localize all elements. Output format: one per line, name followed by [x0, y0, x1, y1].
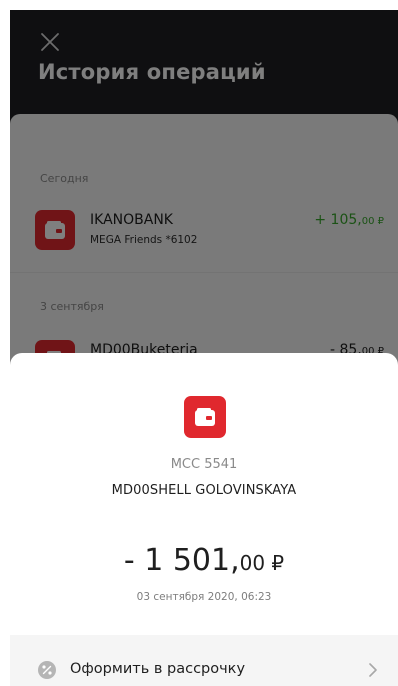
transaction-datetime: 03 сентября 2020, 06:23	[136, 591, 272, 603]
mcc-code: MCC 5541	[170, 457, 238, 472]
wallet-icon	[184, 396, 226, 438]
transaction-detail-sheet: MCC 5541 MD00SHELL GOLOVINSKAYA - 1 501,…	[10, 353, 398, 686]
app-frame: История операций Сегодня IKANOBANK MEGA …	[10, 10, 398, 686]
installment-button[interactable]: Оформить в рассрочку	[10, 635, 398, 686]
merchant-name: MD00SHELL GOLOVINSKAYA	[111, 483, 297, 498]
chevron-right-icon	[368, 663, 378, 677]
percent-icon	[38, 661, 56, 679]
installment-label: Оформить в рассрочку	[70, 661, 246, 677]
transaction-total: - 1 501,00 ₽	[123, 543, 285, 578]
